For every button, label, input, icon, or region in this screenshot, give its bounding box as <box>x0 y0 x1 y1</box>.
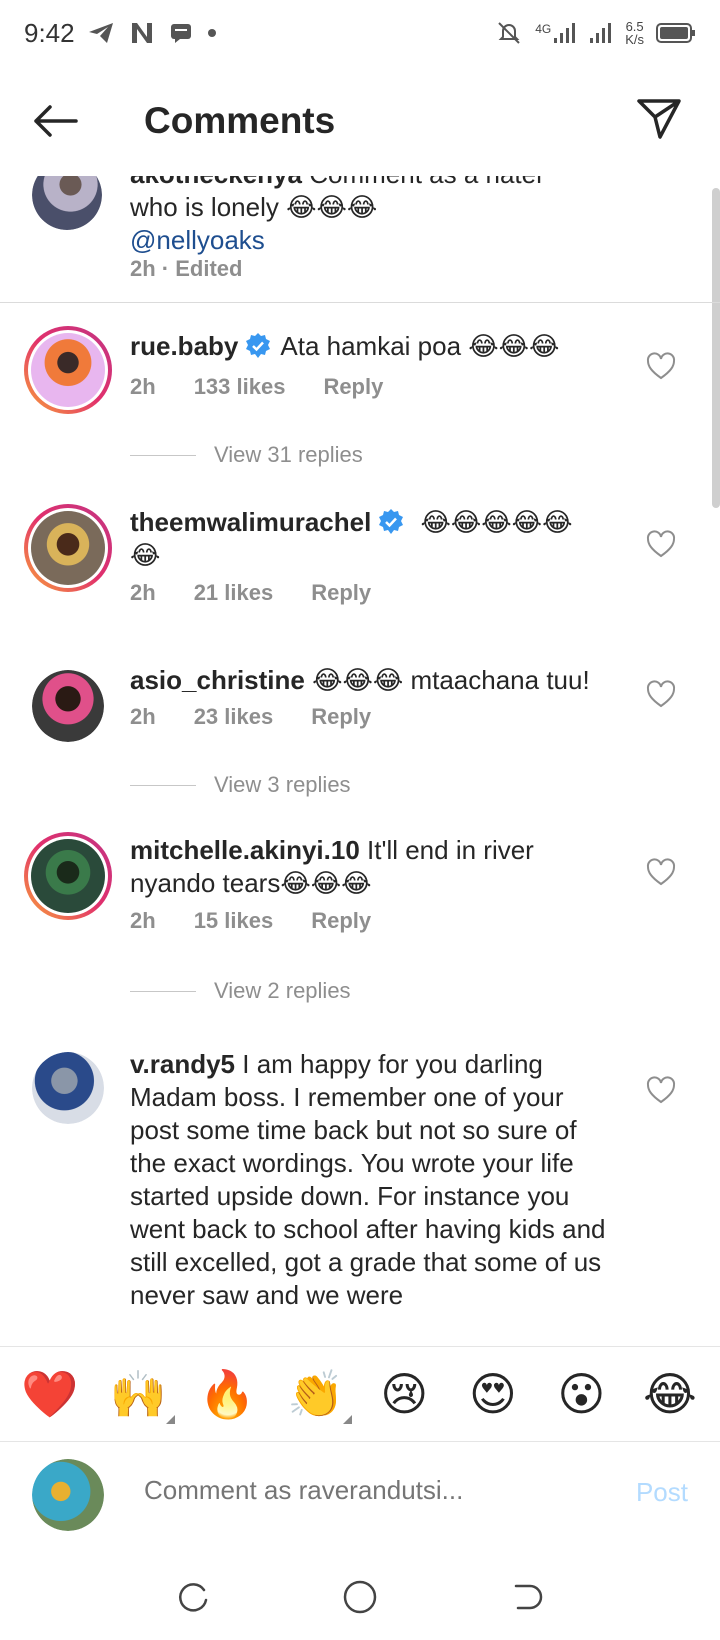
comment-username[interactable]: rue.baby <box>130 331 238 361</box>
likes-count[interactable]: 23 likes <box>194 704 274 730</box>
comment-username[interactable]: mitchelle.akinyi.10 <box>130 835 360 865</box>
comment-username[interactable]: v.randy5 <box>130 1049 235 1079</box>
comments-feed[interactable]: akotheckenya Comment as a hater who is l… <box>0 176 720 1346</box>
verified-badge-icon <box>379 509 404 534</box>
comment-body: 😂😂😂 mtaachana tuu! <box>312 665 590 695</box>
comment-meta: 2h · Edited <box>130 256 243 281</box>
recents-button[interactable] <box>171 1575 215 1619</box>
comment-item: akotheckenya Comment as a hater who is l… <box>0 176 720 302</box>
comment-text: mitchelle.akinyi.10 It'll end in river n… <box>130 834 610 900</box>
post-button[interactable]: Post <box>636 1477 688 1508</box>
mention-link[interactable]: @nellyoaks <box>130 224 610 257</box>
comment-text: v.randy5 I am happy for you darling Mada… <box>130 1048 610 1312</box>
network-speed: 6.5 K/s <box>625 19 644 47</box>
avatar[interactable] <box>32 670 104 742</box>
comment-time: 2h <box>130 908 156 933</box>
comment-time: 2h <box>130 374 156 399</box>
verified-badge-icon <box>246 333 271 358</box>
comment-time: 2h <box>130 704 156 729</box>
header: Comments <box>0 66 720 176</box>
page-title: Comments <box>144 100 336 141</box>
comment-meta: 2h 23 likes Reply <box>130 704 409 730</box>
comment-text: akotheckenya Comment as a hater who is l… <box>130 176 610 257</box>
heart-icon[interactable] <box>646 680 676 710</box>
emoji-raised-hands-button[interactable]: 🙌 <box>107 1367 175 1424</box>
comment-meta: 2h 15 likes Reply <box>130 908 409 934</box>
back-nav-icon <box>514 1584 542 1609</box>
avatar[interactable] <box>24 326 112 414</box>
avatar[interactable] <box>32 176 102 230</box>
reply-button[interactable]: Reply <box>311 580 371 606</box>
view-replies-button[interactable]: View 3 replies <box>130 772 351 798</box>
comment-input[interactable] <box>144 1475 584 1506</box>
reply-button[interactable]: Reply <box>311 704 371 730</box>
status-time: 9:42 <box>24 17 75 48</box>
comment-body: who is lonely 😂😂😂 <box>130 192 378 222</box>
comment-item: asio_christine 😂😂😂 mtaachana tuu! 2h 23 … <box>0 660 720 810</box>
send-icon <box>637 99 681 139</box>
comment-body: I am happy for you darling Madam boss. I… <box>130 1049 606 1310</box>
status-bar: 9:42 4G 6.5 K/s <box>0 0 720 66</box>
comment-text: asio_christine 😂😂😂 mtaachana tuu! <box>130 664 610 697</box>
signal-4g-icon: 4G <box>535 22 577 44</box>
emoji-heart-eyes-button[interactable]: 😍 <box>461 1367 525 1421</box>
comment-item: v.randy5 I am happy for you darling Mada… <box>0 1048 720 1346</box>
comment-time: 2h <box>130 580 156 605</box>
back-arrow-icon <box>34 105 78 137</box>
emoji-heart-button[interactable]: ❤️ <box>18 1367 82 1422</box>
avatar[interactable] <box>24 504 112 592</box>
avatar[interactable] <box>24 832 112 920</box>
comment-item: theemwalimurachel 😂😂😂😂😂 😂 2h 21 likes Re… <box>0 502 720 652</box>
comment-meta: 2h 133 likes Reply <box>130 374 421 400</box>
heart-icon[interactable] <box>646 1076 676 1106</box>
home-button[interactable] <box>338 1575 382 1619</box>
likes-count[interactable]: 21 likes <box>194 580 274 606</box>
reply-button[interactable]: Reply <box>323 374 383 400</box>
message-icon <box>170 24 191 43</box>
comment-username[interactable]: asio_christine <box>130 665 305 695</box>
recents-icon <box>179 1582 208 1612</box>
comment-text: theemwalimurachel 😂😂😂😂😂 😂 <box>130 506 610 572</box>
user-avatar[interactable] <box>32 1459 104 1531</box>
likes-count[interactable]: 133 likes <box>194 374 286 400</box>
back-nav-button[interactable] <box>505 1575 549 1619</box>
emoji-clap-button[interactable]: 👏 <box>284 1367 352 1424</box>
emoji-cry-button[interactable]: 😢 <box>372 1367 436 1421</box>
comment-meta: 2h 21 likes Reply <box>130 580 409 606</box>
view-replies-button[interactable]: View 31 replies <box>130 442 363 468</box>
system-nav-bar <box>0 1553 720 1640</box>
battery-icon <box>656 23 695 43</box>
signal-icon <box>590 23 612 43</box>
likes-count[interactable]: 15 likes <box>194 908 274 934</box>
home-circle-icon <box>343 1580 377 1613</box>
emoji-fire-button[interactable]: 🔥 <box>195 1367 259 1422</box>
comment-body: Ata hamkai poa 😂😂😂 <box>280 331 560 361</box>
mute-icon <box>498 22 520 44</box>
telegram-icon <box>88 23 113 43</box>
comment-item: rue.baby Ata hamkai poa 😂😂😂 2h 133 likes … <box>0 302 720 482</box>
emoji-laugh-button[interactable]: 😂 <box>638 1367 702 1421</box>
netflix-icon <box>131 23 152 43</box>
comment-composer: Post <box>0 1443 720 1553</box>
comment-text: rue.baby Ata hamkai poa 😂😂😂 <box>130 330 610 363</box>
back-button[interactable] <box>30 96 80 146</box>
share-button[interactable] <box>634 94 684 144</box>
heart-icon[interactable] <box>646 858 676 888</box>
comment-username[interactable]: akotheckenya <box>130 176 302 189</box>
avatar[interactable] <box>32 1052 104 1124</box>
comment-item: mitchelle.akinyi.10 It'll end in river n… <box>0 830 720 1030</box>
reply-button[interactable]: Reply <box>311 908 371 934</box>
emoji-reaction-bar: ❤️ 🙌 🔥 👏 😢 😍 😮 😂 <box>0 1346 720 1442</box>
view-replies-button[interactable]: View 2 replies <box>130 978 351 1004</box>
dot-icon <box>207 29 216 37</box>
emoji-surprised-button[interactable]: 😮 <box>549 1367 613 1421</box>
heart-icon[interactable] <box>646 352 676 382</box>
heart-icon[interactable] <box>646 530 676 560</box>
comment-username[interactable]: theemwalimurachel <box>130 507 371 537</box>
